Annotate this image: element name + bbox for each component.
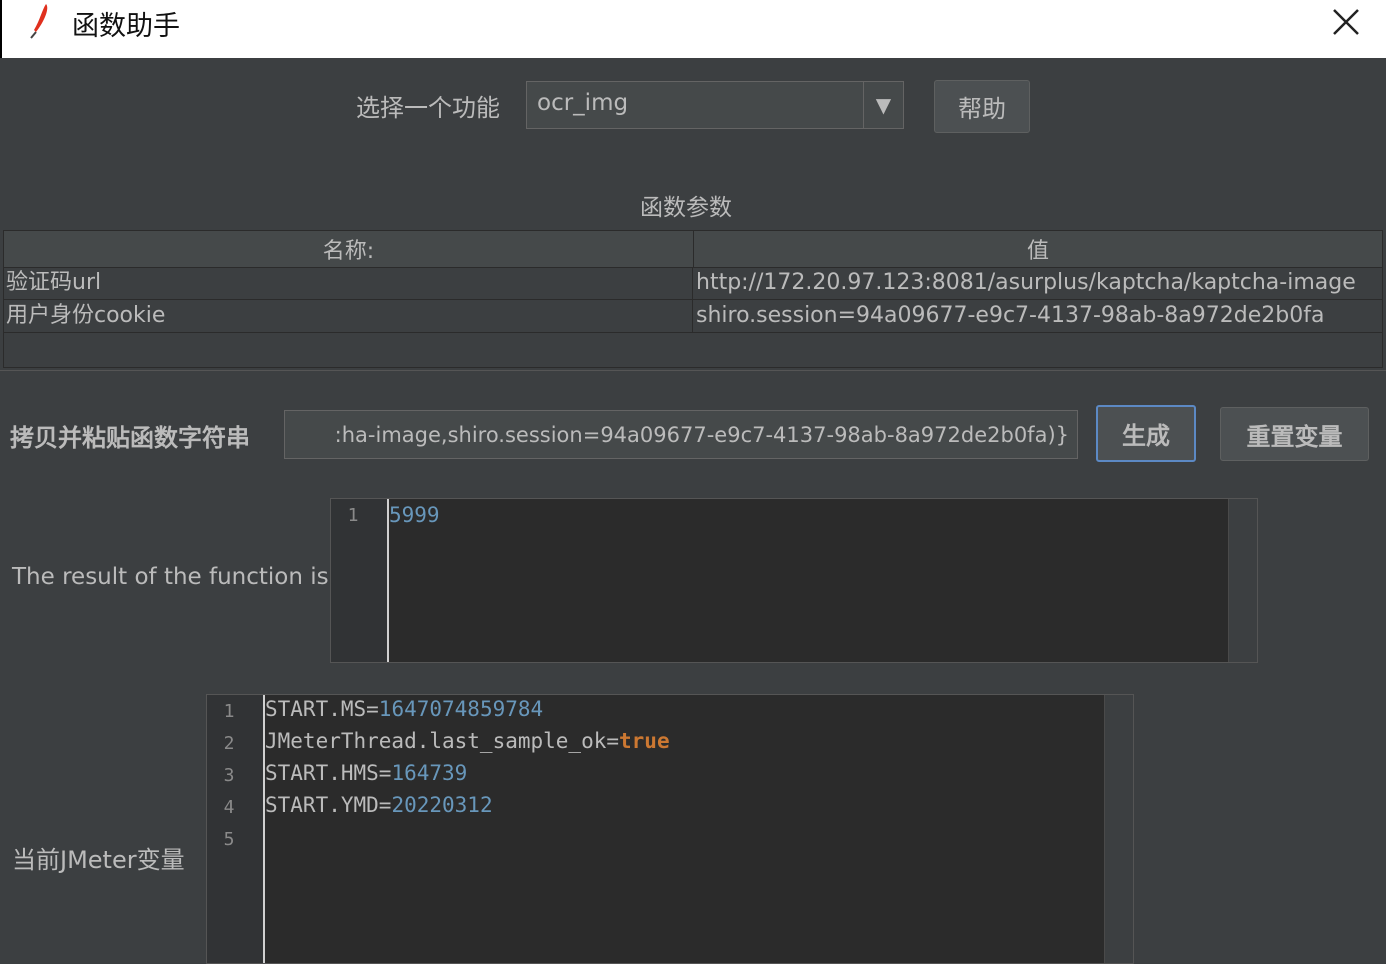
function-select-label: 选择一个功能: [356, 94, 500, 122]
line-number: 3: [223, 765, 235, 786]
column-header-value[interactable]: 值: [694, 231, 1382, 267]
result-editor[interactable]: 1 5999: [330, 498, 1258, 663]
line-number: 2: [223, 733, 235, 754]
param-value-cell[interactable]: shiro.session=94a09677-e9c7-4137-98ab-8a…: [696, 300, 1380, 332]
variable-key: START.YMD=: [265, 793, 392, 817]
divider: [0, 370, 1386, 371]
window-title: 函数助手: [72, 11, 180, 42]
param-value-cell[interactable]: http://172.20.97.123:8081/asurplus/kaptc…: [696, 267, 1380, 299]
params-table-header: 名称: 值: [4, 231, 1382, 268]
function-select-value: ocr_img: [537, 90, 629, 116]
variable-value: 20220312: [391, 793, 493, 817]
variable-line: START.MS=1647074859784: [265, 697, 543, 721]
line-number: 5: [223, 829, 235, 850]
variable-line: START.HMS=164739: [265, 761, 467, 785]
table-row[interactable]: 验证码url http://172.20.97.123:8081/asurplu…: [4, 267, 1382, 300]
function-string-input[interactable]: [284, 410, 1078, 459]
title-bar: 函数助手: [0, 0, 1386, 58]
feather-icon: [30, 4, 48, 39]
line-number: 1: [223, 701, 235, 722]
reset-variables-button[interactable]: 重置变量: [1220, 407, 1369, 461]
line-number: 1: [347, 505, 359, 526]
param-name-cell[interactable]: 验证码url: [6, 267, 693, 299]
params-table: 名称: 值 验证码url http://172.20.97.123:8081/a…: [3, 230, 1383, 368]
column-header-name[interactable]: 名称:: [4, 231, 694, 267]
result-line: 5999: [389, 503, 440, 527]
variable-value: true: [619, 729, 670, 753]
jmeter-variables-editor[interactable]: 1 2 3 4 5 START.MS=1647074859784 JMeterT…: [206, 694, 1134, 964]
function-select[interactable]: ocr_img ▼: [526, 81, 904, 129]
line-number: 4: [223, 797, 235, 818]
function-string-label: 拷贝并粘贴函数字符串: [10, 424, 250, 452]
result-label: The result of the function is: [12, 564, 329, 590]
variable-key: START.MS=: [265, 697, 379, 721]
line-number-gutter: 1: [331, 499, 389, 662]
variable-value: 1647074859784: [378, 697, 544, 721]
variable-key: START.HMS=: [265, 761, 392, 785]
line-number-gutter: 1 2 3 4 5: [207, 695, 265, 963]
vertical-scrollbar[interactable]: [1104, 695, 1133, 963]
variable-line: JMeterThread.last_sample_ok=true: [265, 729, 670, 753]
variable-value: 164739: [391, 761, 468, 785]
dropdown-arrow-icon[interactable]: ▼: [863, 82, 903, 128]
table-row[interactable]: 用户身份cookie shiro.session=94a09677-e9c7-4…: [4, 300, 1382, 333]
variable-line: START.YMD=20220312: [265, 793, 493, 817]
variable-key: JMeterThread.last_sample_ok=: [265, 729, 620, 753]
help-button[interactable]: 帮助: [934, 80, 1030, 133]
close-icon[interactable]: [1326, 2, 1366, 42]
param-name-cell[interactable]: 用户身份cookie: [6, 300, 693, 332]
params-title: 函数参数: [640, 195, 732, 221]
vertical-scrollbar[interactable]: [1228, 499, 1257, 662]
jmeter-variables-label: 当前JMeter变量: [12, 846, 185, 874]
generate-button[interactable]: 生成: [1096, 405, 1196, 462]
